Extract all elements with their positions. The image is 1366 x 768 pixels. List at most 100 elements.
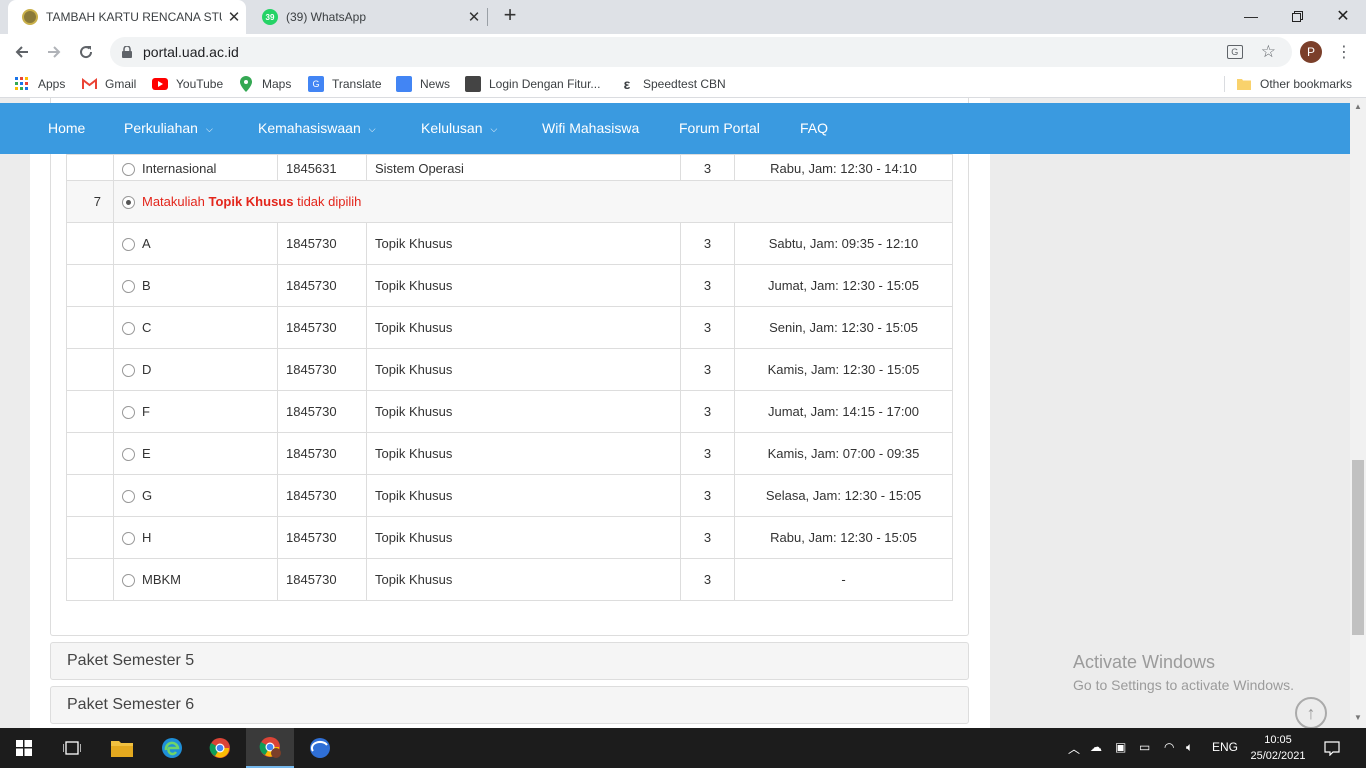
task-view-icon xyxy=(63,741,81,755)
radio-selected[interactable] xyxy=(122,196,135,210)
cell-nama-text: Topik Khusus xyxy=(375,488,453,503)
scrollbar-thumb[interactable] xyxy=(1352,460,1364,635)
nav-kelulusan[interactable]: Kelulusan ⌵ xyxy=(421,120,497,136)
table-row-partial[interactable]: Internasional 1845631 Sistem Operasi 3 Rabu,… xyxy=(66,154,953,181)
reload-button[interactable] xyxy=(72,38,100,66)
cell-kode: 1845730 xyxy=(277,306,367,349)
edge-button[interactable] xyxy=(148,728,196,768)
cell-sks: 3 xyxy=(680,390,735,433)
table-row[interactable]: H 1845730 Topik Khusus 3 Rabu, Jam: 12:30 - … xyxy=(66,516,953,559)
radio-option[interactable] xyxy=(122,574,135,588)
radio-option[interactable] xyxy=(122,322,135,336)
scroll-down-arrow-icon[interactable]: ▼ xyxy=(1354,713,1362,722)
chrome-menu-icon[interactable]: ⋮ xyxy=(1330,38,1358,66)
tab-whatsapp[interactable]: 39 (39) WhatsApp ✕ xyxy=(248,0,486,34)
nav-wifi-mahasiswa[interactable]: Wifi Mahasiswa xyxy=(542,120,639,136)
chrome-profile-button[interactable] xyxy=(246,728,294,768)
radio-option[interactable] xyxy=(122,448,135,462)
bookmark-youtube[interactable]: YouTube xyxy=(152,75,223,93)
minimize-button[interactable]: — xyxy=(1228,0,1274,32)
close-window-button[interactable]: ✕ xyxy=(1320,0,1366,32)
table-row[interactable]: G 1845730 Topik Khusus 3 Selasa, Jam: 12:30 … xyxy=(66,474,953,517)
cell-kelas-text: E xyxy=(142,445,151,461)
radio-option[interactable] xyxy=(122,280,135,294)
page-scrollbar[interactable]: ▲ ▼ xyxy=(1350,98,1366,728)
radio-option[interactable] xyxy=(122,532,135,546)
wifi-icon[interactable]: ◠ xyxy=(1164,740,1174,754)
back-button[interactable] xyxy=(8,38,36,66)
table-row[interactable]: E 1845730 Topik Khusus 3 Kamis, Jam: 07:00 -… xyxy=(66,432,953,475)
close-tab-icon[interactable]: ✕ xyxy=(222,8,246,26)
reload-icon xyxy=(80,46,93,59)
lock-icon[interactable] xyxy=(120,45,134,59)
table-row[interactable]: C 1845730 Topik Khusus 3 Senin, Jam: 12:30 -… xyxy=(66,306,953,349)
cell-nama: Topik Khusus xyxy=(366,222,681,265)
profile-avatar[interactable]: P xyxy=(1300,41,1322,63)
bookmark-translate[interactable]: G Translate xyxy=(308,75,382,93)
cell-sks-text: 3 xyxy=(703,446,712,461)
restore-button[interactable] xyxy=(1274,0,1320,32)
app-button[interactable] xyxy=(296,728,344,768)
cell-kelas-text: D xyxy=(142,361,152,377)
cell-no: 7 xyxy=(66,180,114,223)
chevron-down-icon: ⌵ xyxy=(368,123,376,134)
show-hidden-icons-chevron-icon[interactable]: ︿ xyxy=(1068,740,1080,757)
bookmark-maps[interactable]: Maps xyxy=(238,75,291,93)
radio-option[interactable] xyxy=(122,238,135,252)
cell-sks: 3 xyxy=(680,516,735,559)
nav-forum-portal[interactable]: Forum Portal xyxy=(679,120,760,136)
new-tab-button[interactable]: + xyxy=(498,4,522,28)
table-row[interactable]: B 1845730 Topik Khusus 3 Jumat, Jam: 12:30 -… xyxy=(66,264,953,307)
semester-5-header[interactable]: Paket Semester 5 xyxy=(50,642,969,680)
other-bookmarks[interactable]: Other bookmarks xyxy=(1236,75,1352,93)
file-explorer-button[interactable] xyxy=(98,728,146,768)
bookmark-login[interactable]: Login Dengan Fitur... xyxy=(465,75,600,93)
radio-option[interactable] xyxy=(122,364,135,378)
radio-option[interactable] xyxy=(122,406,135,420)
language-indicator[interactable]: ENG xyxy=(1212,740,1238,754)
nav-faq[interactable]: FAQ xyxy=(800,120,828,136)
tab-krs[interactable]: TAMBAH KARTU RENCANA STUD ✕ xyxy=(8,0,246,34)
battery-icon[interactable]: ▭ xyxy=(1139,740,1150,754)
cell-jadwal-text: Rabu, Jam: 12:30 - 15:05 xyxy=(770,530,917,545)
translate-icon[interactable]: G xyxy=(1226,45,1243,59)
close-tab-icon[interactable]: ✕ xyxy=(462,8,486,26)
notification-app-icon[interactable]: ▣ xyxy=(1115,740,1126,754)
course-table: Internasional 1845631 Sistem Operasi 3 Rabu,… xyxy=(66,154,953,601)
bookmark-news[interactable]: News xyxy=(396,75,450,93)
cell-nama: Sistem Operasi xyxy=(366,154,681,181)
onedrive-cloud-icon[interactable]: ☁ xyxy=(1090,740,1102,754)
cell-kelas-text: H xyxy=(142,529,152,545)
bookmark-apps[interactable]: Apps xyxy=(14,75,65,93)
table-row[interactable]: A 1845730 Topik Khusus 3 Sabtu, Jam: 09:35 -… xyxy=(66,222,953,265)
table-row[interactable]: MBKM 1845730 Topik Khusus 3 - xyxy=(66,558,953,601)
semester-6-header[interactable]: Paket Semester 6 xyxy=(50,686,969,724)
scroll-up-arrow-icon[interactable]: ▲ xyxy=(1354,102,1362,111)
radio-option[interactable] xyxy=(122,163,135,176)
nav-label: Wifi Mahasiswa xyxy=(542,120,640,136)
cell-no xyxy=(66,516,114,559)
forward-button[interactable] xyxy=(40,38,68,66)
nav-perkuliahan[interactable]: Perkuliahan ⌵ xyxy=(124,120,213,136)
clock[interactable]: 10:05 25/02/2021 xyxy=(1248,732,1308,764)
nav-home[interactable]: Home xyxy=(48,120,85,136)
cell-sks-text: 3 xyxy=(703,161,712,176)
table-row[interactable]: F 1845730 Topik Khusus 3 Jumat, Jam: 14:15 -… xyxy=(66,390,953,433)
cell-sks: 3 xyxy=(680,222,735,265)
cell-no xyxy=(66,348,114,391)
chrome-button[interactable] xyxy=(196,728,244,768)
table-row[interactable]: D 1845730 Topik Khusus 3 Kamis, Jam: 12:30 -… xyxy=(66,348,953,391)
start-button[interactable] xyxy=(0,728,48,768)
bookmark-speedtest[interactable]: ε Speedtest CBN xyxy=(619,75,726,93)
bookmark-star-icon[interactable]: ☆ xyxy=(1261,42,1276,62)
bookmark-gmail[interactable]: Gmail xyxy=(81,75,136,93)
uad-logo-icon xyxy=(22,9,38,25)
scroll-to-top-button[interactable]: ↑ xyxy=(1295,697,1327,729)
action-center-button[interactable] xyxy=(1310,728,1354,768)
cell-nama-text: Topik Khusus xyxy=(375,530,453,545)
radio-option[interactable] xyxy=(122,490,135,504)
volume-icon[interactable]: 🔈︎ xyxy=(1186,740,1193,755)
task-view-button[interactable] xyxy=(48,728,96,768)
address-bar[interactable]: portal.uad.ac.id G ☆ xyxy=(110,37,1292,67)
nav-kemahasiswaan[interactable]: Kemahasiswaan ⌵ xyxy=(258,120,376,136)
